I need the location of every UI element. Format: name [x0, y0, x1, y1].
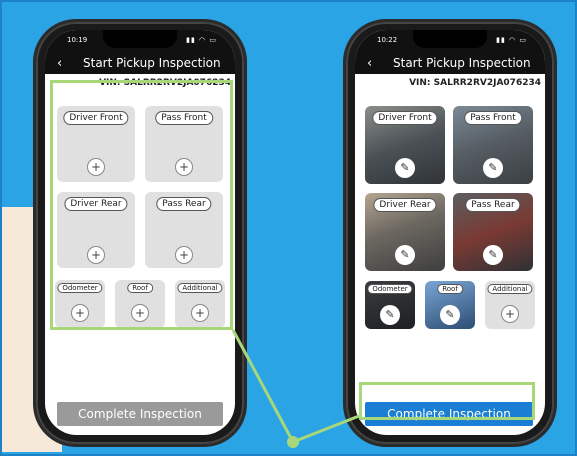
edit-icon[interactable]: ✎	[440, 305, 460, 325]
status-bar: 10:19 ▮▮ ◠ ▭	[45, 30, 235, 52]
photo-driver-rear[interactable]: Driver Rear ✎	[365, 193, 445, 271]
complete-inspection-button-disabled[interactable]: Complete Inspection	[57, 402, 223, 426]
edit-icon[interactable]: ✎	[395, 245, 415, 265]
notch	[413, 30, 487, 48]
signal-battery-icon: ▮▮ ◠ ▭	[496, 36, 527, 44]
phone-screen: 10:22 ▮▮ ◠ ▭ ‹ Start Pickup Inspection V…	[355, 30, 545, 435]
tile-label: Pass Front	[464, 111, 522, 125]
back-icon[interactable]: ‹	[367, 56, 393, 71]
edit-icon[interactable]: ✎	[380, 305, 400, 325]
signal-battery-icon: ▮▮ ◠ ▭	[186, 36, 217, 44]
connector-dot	[287, 436, 299, 448]
highlight-complete-button	[359, 382, 535, 420]
tile-label: Additional	[487, 284, 533, 294]
photo-pass-rear[interactable]: Pass Rear ✎	[453, 193, 533, 271]
edit-icon[interactable]: ✎	[483, 158, 503, 178]
add-photo-icon[interactable]: +	[501, 305, 519, 323]
nav-header: ‹ Start Pickup Inspection	[45, 52, 235, 74]
photo-driver-front[interactable]: Driver Front ✎	[365, 106, 445, 184]
tile-label: Driver Rear	[373, 198, 437, 212]
nav-header: ‹ Start Pickup Inspection	[355, 52, 545, 74]
photo-roof[interactable]: Roof ✎	[425, 281, 475, 329]
notch	[103, 30, 177, 48]
photo-pass-front[interactable]: Pass Front ✎	[453, 106, 533, 184]
highlight-photo-grid	[50, 80, 233, 330]
tile-label: Pass Rear	[465, 198, 521, 212]
tile-additional[interactable]: Additional +	[485, 281, 535, 329]
status-time: 10:19	[67, 36, 88, 44]
edit-icon[interactable]: ✎	[395, 158, 415, 178]
status-bar: 10:22 ▮▮ ◠ ▭	[355, 30, 545, 52]
page-title: Start Pickup Inspection	[83, 56, 221, 70]
photo-odometer[interactable]: Odometer ✎	[365, 281, 415, 329]
tile-label: Driver Front	[372, 111, 438, 125]
page-title: Start Pickup Inspection	[393, 56, 531, 70]
vin-label: VIN: SALRR2RV2JA076234	[409, 78, 541, 88]
tile-label: Odometer	[367, 284, 413, 294]
phone-after: 10:22 ▮▮ ◠ ▭ ‹ Start Pickup Inspection V…	[346, 22, 554, 444]
tile-label: Roof	[437, 284, 463, 294]
edit-icon[interactable]: ✎	[483, 245, 503, 265]
back-icon[interactable]: ‹	[57, 56, 83, 71]
slide-background: 10:19 ▮▮ ◠ ▭ ‹ Start Pickup Inspection V…	[0, 0, 577, 456]
status-time: 10:22	[377, 36, 398, 44]
